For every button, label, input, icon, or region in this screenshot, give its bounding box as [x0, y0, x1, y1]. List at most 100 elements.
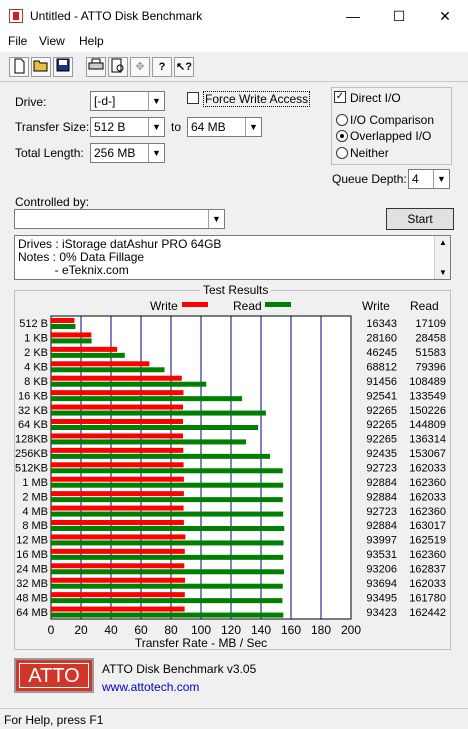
- x-tick-label: 120: [221, 623, 241, 637]
- atto-logo: ATTO: [14, 658, 94, 693]
- x-tick-label: 40: [104, 623, 118, 637]
- category-label: 2 MB: [22, 491, 48, 503]
- category-label: 24 MB: [16, 564, 48, 576]
- write-value: 93997: [366, 535, 397, 547]
- category-label: 1 KB: [24, 333, 48, 345]
- category-label: 8 KB: [24, 376, 48, 388]
- read-bar: [51, 381, 207, 387]
- read-bar: [51, 439, 246, 445]
- write-value: 16343: [366, 318, 397, 330]
- write-bar: [51, 447, 184, 453]
- status-text: For Help, press F1: [4, 713, 104, 727]
- read-column-header: Read: [410, 299, 439, 313]
- write-bar: [51, 592, 185, 598]
- read-bar: [51, 526, 285, 531]
- read-bar: [51, 367, 165, 373]
- category-label: 12 MB: [16, 535, 48, 547]
- write-bar: [51, 318, 75, 323]
- category-label: 4 KB: [24, 362, 48, 374]
- write-value: 92723: [366, 506, 397, 518]
- write-value: 92541: [366, 390, 397, 402]
- read-bar: [51, 569, 284, 575]
- read-bar: [51, 468, 283, 474]
- x-tick-label: 0: [48, 623, 55, 637]
- x-tick-label: 60: [134, 623, 148, 637]
- write-value: 92884: [366, 477, 397, 489]
- product-name: ATTO Disk Benchmark v3.05: [102, 662, 257, 676]
- x-axis-label: Transfer Rate - MB / Sec: [135, 636, 267, 650]
- write-value: 92884: [366, 491, 397, 503]
- write-bar: [51, 491, 184, 497]
- x-tick-label: 80: [164, 623, 178, 637]
- results-chart: 0 20 40 60 80 100 120 140 160 180 200 Transfer Rate…: [15, 299, 446, 650]
- read-bar: [51, 612, 284, 618]
- category-label: 32 KB: [18, 405, 48, 417]
- write-value: 68812: [366, 362, 397, 374]
- category-label: 512KB: [15, 463, 48, 475]
- write-column-header: Write: [362, 299, 390, 313]
- write-value: 93531: [366, 549, 397, 561]
- read-value: 79396: [415, 362, 446, 374]
- read-bar: [51, 598, 283, 604]
- read-bar: [51, 583, 283, 589]
- write-bar: [51, 375, 182, 381]
- read-value: 133549: [409, 390, 446, 402]
- write-value: 92435: [366, 448, 397, 460]
- category-label: 16 MB: [16, 549, 48, 561]
- write-value: 91456: [366, 376, 397, 388]
- write-bar: [51, 520, 184, 525]
- category-label: 128KB: [15, 434, 48, 446]
- write-bar: [51, 332, 92, 338]
- write-bar: [51, 505, 184, 511]
- read-value: 162360: [409, 549, 446, 561]
- read-bar: [51, 482, 284, 488]
- read-value: 144809: [409, 419, 446, 431]
- legend-write-swatch: [182, 302, 208, 307]
- write-bar: [51, 419, 183, 424]
- x-tick-label: 20: [74, 623, 88, 637]
- write-bar: [51, 462, 184, 468]
- read-bar: [51, 453, 270, 459]
- category-label: 16 KB: [18, 390, 48, 402]
- read-bar: [51, 338, 92, 344]
- read-value: 161780: [409, 592, 446, 604]
- read-value: 28458: [415, 333, 446, 345]
- write-bar: [51, 433, 183, 439]
- read-bar: [51, 497, 283, 503]
- write-value: 93206: [366, 564, 397, 576]
- category-label: 64 MB: [16, 607, 48, 619]
- attotech-link[interactable]: www.attotech.com: [102, 680, 199, 694]
- read-value: 108489: [409, 376, 446, 388]
- read-value: 162519: [409, 535, 446, 547]
- x-tick-label: 180: [311, 623, 331, 637]
- write-bar: [51, 404, 183, 410]
- x-tick-label: 140: [251, 623, 271, 637]
- write-value: 28160: [366, 333, 397, 345]
- x-tick-label: 100: [191, 623, 211, 637]
- write-value: 92723: [366, 463, 397, 475]
- category-label: 512 B: [19, 318, 48, 330]
- read-bar: [51, 540, 284, 546]
- read-value: 162360: [409, 506, 446, 518]
- category-label: 2 KB: [24, 347, 48, 359]
- read-value: 51583: [415, 347, 446, 359]
- read-value: 153067: [409, 448, 446, 460]
- write-bar: [51, 476, 184, 482]
- legend-read-label: Read: [233, 299, 262, 313]
- x-tick-label: 200: [341, 623, 361, 637]
- category-label: 4 MB: [22, 506, 48, 518]
- write-bar: [51, 534, 186, 540]
- read-value: 163017: [409, 520, 446, 532]
- write-value: 92265: [366, 405, 397, 417]
- read-bar: [51, 352, 125, 358]
- category-label: 256KB: [15, 448, 48, 460]
- category-label: 32 MB: [16, 578, 48, 590]
- write-bar: [51, 361, 150, 367]
- x-tick-label: 160: [281, 623, 301, 637]
- read-bar: [51, 425, 259, 430]
- read-bar: [51, 511, 284, 517]
- write-value: 92884: [366, 520, 397, 532]
- write-value: 46245: [366, 347, 397, 359]
- read-value: 162033: [409, 578, 446, 590]
- read-value: 162837: [409, 564, 446, 576]
